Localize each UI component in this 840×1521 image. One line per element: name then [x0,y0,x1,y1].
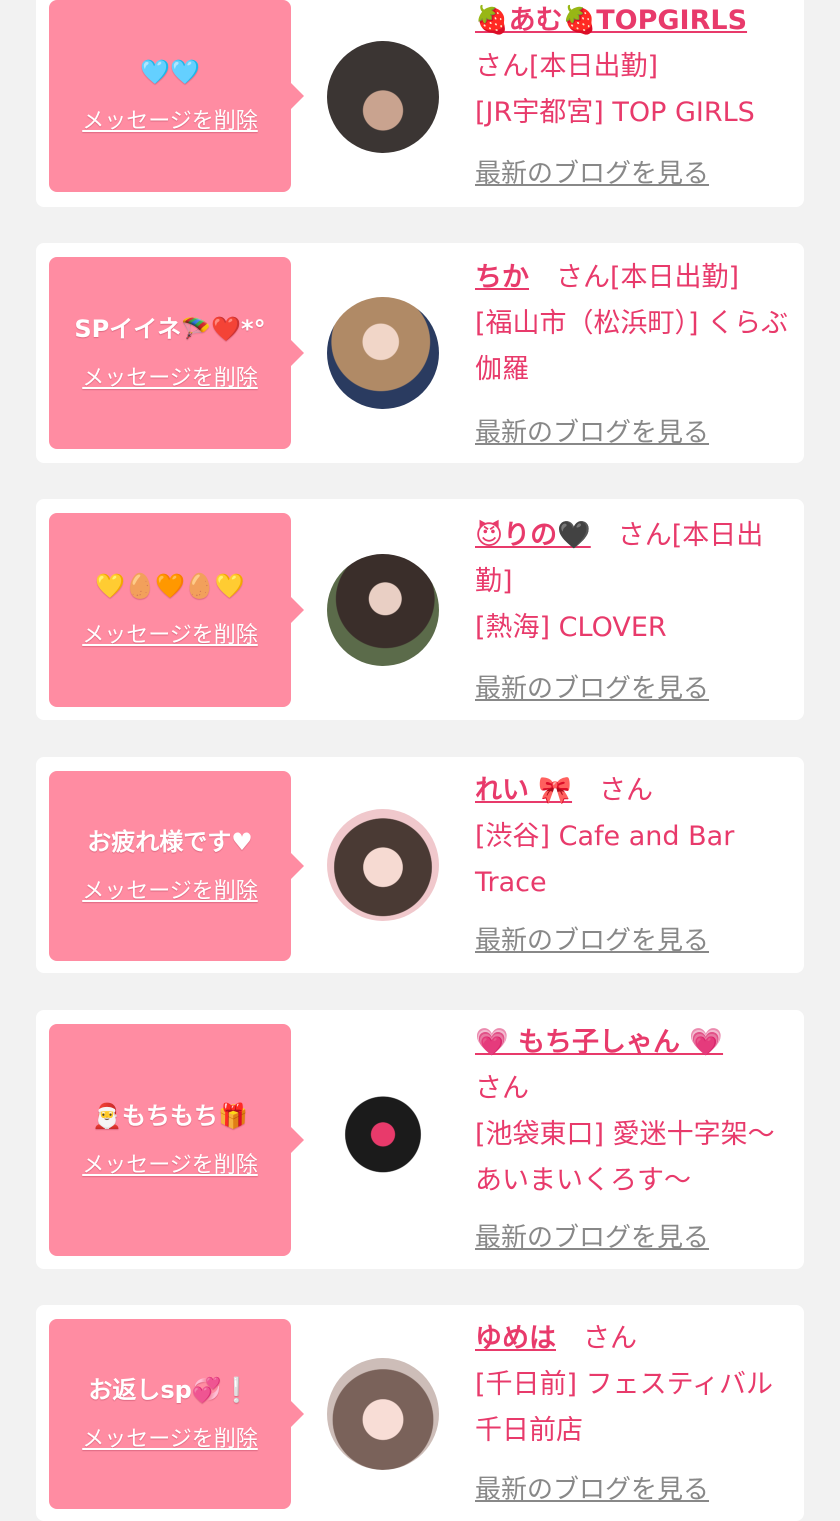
shop-label: [福山市（松浜町）] くらぶ伽羅 [475,308,789,385]
avatar[interactable] [327,297,439,409]
honorific: さん [617,520,672,551]
message-bubble: 🎅もちもち🎁 メッセージを削除 [49,1024,304,1256]
latest-blog-link[interactable]: 最新のブログを見る [475,153,709,190]
girl-name-link[interactable]: 😈りの🖤 [475,520,591,551]
message-bubble: お返しsp💞❕ メッセージを削除 [49,1319,304,1509]
message-text: お疲れ様です♥ [87,828,253,856]
avatar[interactable] [327,41,439,153]
message-text: 🎅もちもち🎁 [92,1102,248,1130]
latest-blog-link[interactable]: 最新のブログを見る [475,668,709,705]
message-text: SPイイネ🪂❤️*° [74,315,266,343]
message-text: 🩵🩵 [140,58,200,86]
latest-blog-link[interactable]: 最新のブログを見る [475,920,709,957]
profile-info: れい 🎀 さん [渋谷] Cafe and Bar Trace [475,768,790,906]
message-card: SPイイネ🪂❤️*° メッセージを削除 ちか さん[本日出勤] [福山市（松浜町… [36,243,804,463]
delete-message-link[interactable]: メッセージを削除 [82,873,258,905]
message-bubble: 🩵🩵 メッセージを削除 [49,0,304,192]
honorific: さん [599,775,654,806]
message-bubble: お疲れ様です♥ メッセージを削除 [49,771,304,961]
shop-label: [千日前] フェスティバル千日前店 [475,1369,774,1446]
message-card: お疲れ様です♥ メッセージを削除 れい 🎀 さん [渋谷] Cafe and B… [36,757,804,973]
message-bubble: 💛🥚🧡🥚💛 メッセージを削除 [49,513,304,707]
girl-name-link[interactable]: ちか [475,262,529,293]
message-card: お返しsp💞❕ メッセージを削除 ゆめは さん [千日前] フェスティバル千日前… [36,1305,804,1521]
delete-message-link[interactable]: メッセージを削除 [82,360,258,392]
shop-label: [渋谷] Cafe and Bar Trace [475,821,735,898]
honorific: さん [556,262,610,293]
girl-name-link[interactable]: ゆめは [475,1323,556,1354]
profile-info: ゆめは さん [千日前] フェスティバル千日前店 [475,1316,790,1454]
profile-info: ちか さん[本日出勤] [福山市（松浜町）] くらぶ伽羅 [475,255,790,393]
profile-info: 🍓あむ🍓TOPGIRLS さん[本日出勤] [JR宇都宮] TOP GIRLS [475,0,790,136]
profile-info: 💗 もち子しゃん 💗 さん [池袋東口] 愛迷十字架〜あいまいくろす〜 [475,1020,790,1204]
girl-name-link[interactable]: 💗 もち子しゃん 💗 [475,1027,723,1058]
honorific: さん [475,51,529,82]
delete-message-link[interactable]: メッセージを削除 [82,1147,258,1179]
message-bubble: SPイイネ🪂❤️*° メッセージを削除 [49,257,304,449]
shop-label: [池袋東口] 愛迷十字架〜あいまいくろす〜 [475,1119,775,1196]
work-status: [本日出勤] [610,262,740,293]
honorific: さん [475,1073,529,1104]
delete-message-link[interactable]: メッセージを削除 [82,617,258,649]
girl-name-link[interactable]: れい 🎀 [475,775,572,806]
shop-label: [熱海] CLOVER [475,612,667,643]
message-card: 🎅もちもち🎁 メッセージを削除 💗 もち子しゃん 💗 さん [池袋東口] 愛迷十… [36,1010,804,1269]
girl-name-link[interactable]: 🍓あむ🍓TOPGIRLS [475,5,747,36]
message-card: 🩵🩵 メッセージを削除 🍓あむ🍓TOPGIRLS さん[本日出勤] [JR宇都宮… [36,0,804,207]
avatar[interactable] [327,1358,439,1470]
avatar[interactable] [327,1084,439,1196]
latest-blog-link[interactable]: 最新のブログを見る [475,1217,709,1254]
work-status: [本日出勤] [529,51,659,82]
profile-info: 😈りの🖤 さん[本日出勤] [熱海] CLOVER [475,513,790,651]
honorific: さん [583,1323,637,1354]
delete-message-link[interactable]: メッセージを削除 [82,1421,258,1453]
delete-message-link[interactable]: メッセージを削除 [82,103,258,135]
latest-blog-link[interactable]: 最新のブログを見る [475,1469,709,1506]
avatar[interactable] [327,809,439,921]
message-text: お返しsp💞❕ [88,1376,252,1404]
message-text: 💛🥚🧡🥚💛 [95,572,245,600]
shop-label: [JR宇都宮] TOP GIRLS [475,97,755,128]
message-card: 💛🥚🧡🥚💛 メッセージを削除 😈りの🖤 さん[本日出勤] [熱海] CLOVER… [36,499,804,720]
avatar[interactable] [327,554,439,666]
latest-blog-link[interactable]: 最新のブログを見る [475,412,709,449]
